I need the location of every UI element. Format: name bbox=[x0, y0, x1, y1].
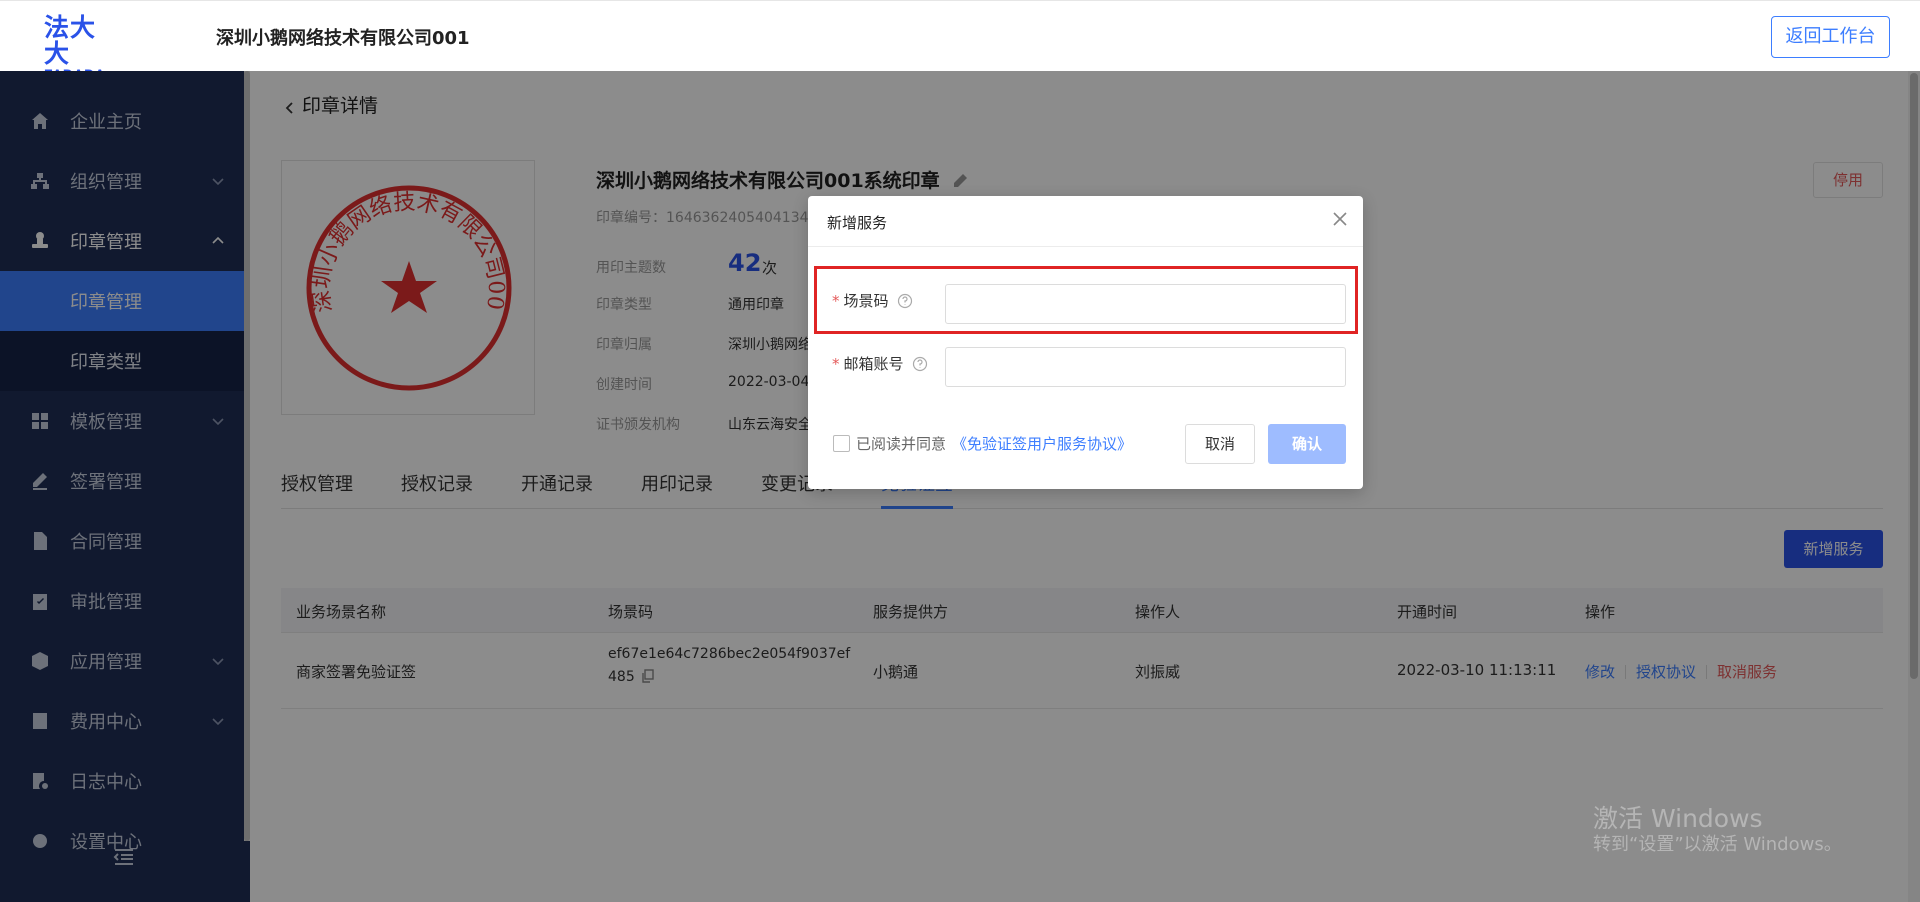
logo-cn: 法大大 bbox=[44, 13, 97, 68]
agreement-row: 已阅读并同意 《免验证签用户服务协议》 bbox=[833, 433, 1132, 454]
windows-activation-hint: 转到“设置”以激活 Windows。 bbox=[1593, 834, 1842, 855]
service-agreement-link[interactable]: 《免验证签用户服务协议》 bbox=[952, 433, 1132, 454]
help-icon[interactable] bbox=[897, 293, 913, 309]
scene-code-label-text: 场景码 bbox=[843, 292, 889, 310]
required-mark: * bbox=[832, 354, 840, 373]
dialog-divider bbox=[808, 246, 1363, 247]
help-icon[interactable] bbox=[912, 356, 928, 372]
fadada-logo[interactable]: 法大大 FADADA bbox=[44, 15, 118, 82]
cancel-button[interactable]: 取消 bbox=[1185, 424, 1255, 464]
top-header: 法大大 FADADA 深圳小鹅网络技术有限公司001 返回工作台 bbox=[0, 0, 1920, 82]
scene-code-label: * 场景码 bbox=[832, 290, 913, 311]
agree-text: 已阅读并同意 bbox=[856, 435, 947, 453]
company-name: 深圳小鹅网络技术有限公司001 bbox=[216, 28, 470, 49]
back-to-workbench-button[interactable]: 返回工作台 bbox=[1771, 16, 1890, 58]
email-label: * 邮箱账号 bbox=[832, 353, 928, 374]
email-account-input[interactable] bbox=[945, 347, 1346, 387]
email-label-text: 邮箱账号 bbox=[843, 355, 904, 373]
add-service-dialog: 新增服务 * 场景码 * 邮箱账号 已阅读并同意 《免验证签用户服务协议》 取消… bbox=[808, 196, 1363, 489]
confirm-button[interactable]: 确认 bbox=[1268, 424, 1346, 464]
scene-code-input[interactable] bbox=[945, 284, 1346, 324]
close-icon[interactable] bbox=[1331, 210, 1349, 228]
agree-checkbox[interactable] bbox=[833, 435, 850, 452]
dialog-title: 新增服务 bbox=[827, 214, 888, 232]
required-mark: * bbox=[832, 291, 840, 310]
